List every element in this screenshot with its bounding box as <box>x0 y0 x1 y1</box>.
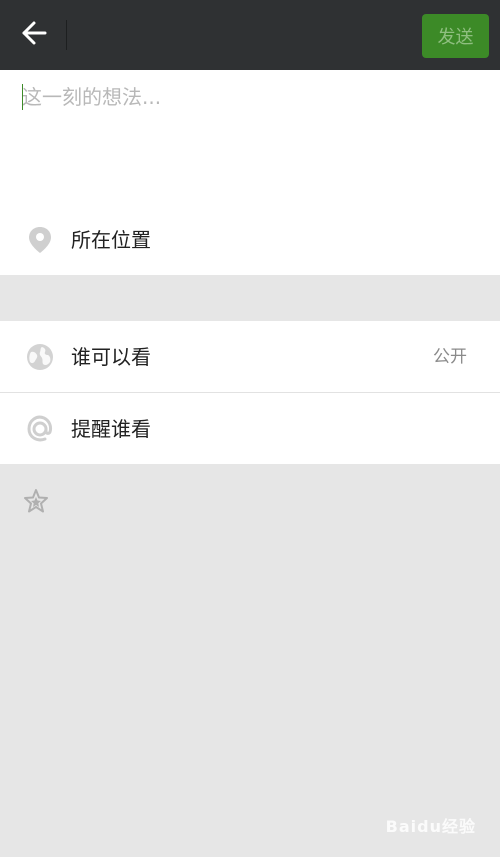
visibility-value: 公开 <box>433 347 467 367</box>
back-button[interactable] <box>14 17 54 53</box>
moment-text-input[interactable] <box>22 82 482 112</box>
text-caret <box>22 84 23 110</box>
settings-group: 谁可以看 公开 提醒谁看 <box>0 321 500 464</box>
header-divider <box>66 20 67 50</box>
arrow-left-icon <box>21 20 47 50</box>
star-icon <box>23 488 49 518</box>
mention-label: 提醒谁看 <box>71 417 151 441</box>
visibility-row[interactable]: 谁可以看 公开 <box>0 321 500 392</box>
globe-icon <box>26 343 54 371</box>
favorite-button[interactable] <box>22 489 50 517</box>
send-button[interactable]: 发送 <box>422 14 489 58</box>
watermark: Baidu经验 <box>385 817 476 836</box>
visibility-label: 谁可以看 <box>71 345 151 369</box>
mention-row[interactable]: 提醒谁看 <box>0 393 500 464</box>
top-bar: 发送 <box>0 0 500 70</box>
location-pin-icon <box>26 226 54 254</box>
compose-panel: 所在位置 <box>0 70 500 275</box>
at-icon <box>26 415 54 443</box>
location-row[interactable]: 所在位置 <box>0 210 500 270</box>
location-label: 所在位置 <box>71 228 151 252</box>
